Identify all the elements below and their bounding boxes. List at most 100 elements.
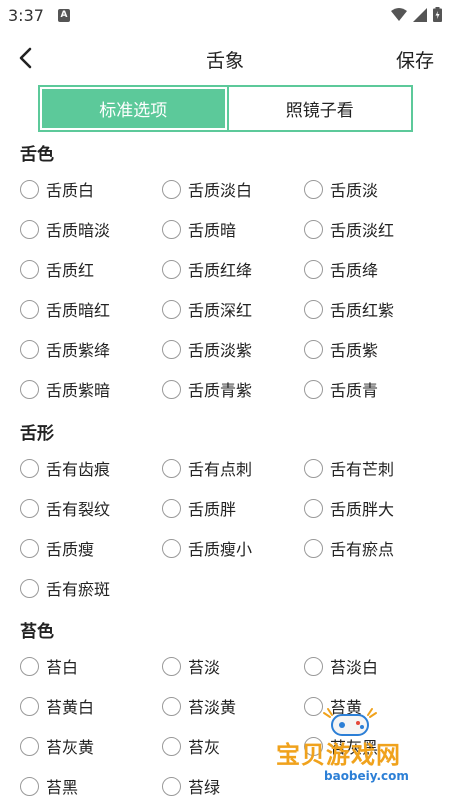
radio-option[interactable]: 苔淡 <box>162 654 220 678</box>
radio-circle-icon[interactable] <box>304 339 323 359</box>
radio-circle-icon[interactable] <box>304 656 323 676</box>
radio-option[interactable]: 舌质红绛 <box>162 257 252 281</box>
radio-circle-icon[interactable] <box>304 379 323 399</box>
radio-circle-icon[interactable] <box>304 696 323 716</box>
radio-option[interactable]: 舌质青 <box>304 377 378 401</box>
radio-option[interactable]: 舌质胖 <box>162 496 236 520</box>
radio-circle-icon[interactable] <box>20 578 39 598</box>
radio-option[interactable]: 舌质淡红 <box>304 217 394 241</box>
radio-circle-icon[interactable] <box>20 736 39 756</box>
radio-circle-icon[interactable] <box>20 379 39 399</box>
radio-circle-icon[interactable] <box>304 736 323 756</box>
radio-option-label: 舌质瘦 <box>46 540 95 559</box>
radio-option[interactable]: 苔灰黄 <box>20 734 94 758</box>
radio-circle-icon[interactable] <box>304 299 323 319</box>
radio-option[interactable]: 舌质瘦小 <box>162 536 252 560</box>
radio-circle-icon[interactable] <box>162 498 181 518</box>
radio-option-label: 舌质青紫 <box>188 381 253 400</box>
tab-bar: 标准选项 照镜子看 <box>38 85 413 132</box>
radio-option[interactable]: 舌质暗红 <box>20 297 110 321</box>
status-icons <box>391 7 442 22</box>
radio-circle-icon[interactable] <box>20 776 39 796</box>
radio-circle-icon[interactable] <box>304 458 323 478</box>
radio-option[interactable]: 舌有齿痕 <box>20 456 110 480</box>
section-title: 苔色 <box>20 622 54 642</box>
radio-option-label: 舌质红绛 <box>188 261 253 280</box>
radio-option[interactable]: 舌质青紫 <box>162 377 252 401</box>
radio-option-label: 舌质暗淡 <box>46 221 111 240</box>
radio-option[interactable]: 苔绿 <box>162 774 220 798</box>
radio-circle-icon[interactable] <box>162 656 181 676</box>
radio-circle-icon[interactable] <box>162 299 181 319</box>
radio-circle-icon[interactable] <box>304 219 323 239</box>
radio-option[interactable]: 苔黑 <box>20 774 78 798</box>
radio-circle-icon[interactable] <box>304 259 323 279</box>
radio-option[interactable]: 舌有裂纹 <box>20 496 110 520</box>
radio-circle-icon[interactable] <box>304 179 323 199</box>
radio-option[interactable]: 苔灰黑 <box>304 734 378 758</box>
status-bar: 3:37 A <box>0 0 450 32</box>
radio-circle-icon[interactable] <box>20 498 39 518</box>
radio-option-label: 苔淡白 <box>330 658 379 677</box>
back-button[interactable] <box>14 44 40 72</box>
radio-option[interactable]: 苔白 <box>20 654 78 678</box>
radio-circle-icon[interactable] <box>162 538 181 558</box>
radio-option-label: 舌有瘀点 <box>330 540 395 559</box>
radio-circle-icon[interactable] <box>162 179 181 199</box>
radio-option[interactable]: 舌质淡白 <box>162 177 252 201</box>
radio-option[interactable]: 苔灰 <box>162 734 220 758</box>
radio-option[interactable]: 舌质淡 <box>304 177 378 201</box>
radio-circle-icon[interactable] <box>162 259 181 279</box>
page-title: 舌象 <box>205 50 244 72</box>
radio-option[interactable]: 舌有瘀斑 <box>20 576 110 600</box>
radio-option[interactable]: 舌质紫绛 <box>20 337 110 361</box>
radio-option-label: 苔灰 <box>188 738 221 757</box>
radio-option[interactable]: 舌质深红 <box>162 297 252 321</box>
radio-circle-icon[interactable] <box>20 458 39 478</box>
radio-circle-icon[interactable] <box>162 458 181 478</box>
radio-option[interactable]: 舌质胖大 <box>304 496 394 520</box>
radio-circle-icon[interactable] <box>20 179 39 199</box>
radio-option[interactable]: 舌质暗 <box>162 217 236 241</box>
radio-option-label: 舌质淡紫 <box>188 341 253 360</box>
tab-standard-options[interactable]: 标准选项 <box>42 89 225 128</box>
radio-circle-icon[interactable] <box>162 696 181 716</box>
radio-circle-icon[interactable] <box>162 776 181 796</box>
radio-option[interactable]: 舌质紫 <box>304 337 378 361</box>
radio-option[interactable]: 舌有瘀点 <box>304 536 394 560</box>
radio-option[interactable]: 舌质淡紫 <box>162 337 252 361</box>
radio-option-label: 苔淡黄 <box>188 698 237 717</box>
radio-option[interactable]: 苔黄 <box>304 694 362 718</box>
radio-circle-icon[interactable] <box>304 538 323 558</box>
radio-option-label: 舌质红紫 <box>330 301 395 320</box>
radio-circle-icon[interactable] <box>20 656 39 676</box>
radio-circle-icon[interactable] <box>20 339 39 359</box>
radio-option[interactable]: 舌有点刺 <box>162 456 252 480</box>
tab-mirror-view[interactable]: 照镜子看 <box>226 87 412 130</box>
radio-option[interactable]: 舌质暗淡 <box>20 217 110 241</box>
radio-option-label: 苔白 <box>46 658 79 677</box>
radio-option[interactable]: 舌质白 <box>20 177 94 201</box>
radio-option[interactable]: 舌质绛 <box>304 257 378 281</box>
radio-circle-icon[interactable] <box>20 538 39 558</box>
radio-circle-icon[interactable] <box>162 379 181 399</box>
radio-circle-icon[interactable] <box>20 696 39 716</box>
radio-circle-icon[interactable] <box>20 299 39 319</box>
radio-circle-icon[interactable] <box>20 259 39 279</box>
battery-icon <box>433 7 442 22</box>
radio-option[interactable]: 舌质瘦 <box>20 536 94 560</box>
radio-option[interactable]: 舌质红 <box>20 257 94 281</box>
radio-option[interactable]: 苔淡白 <box>304 654 378 678</box>
radio-option[interactable]: 苔淡黄 <box>162 694 236 718</box>
radio-circle-icon[interactable] <box>162 339 181 359</box>
radio-option[interactable]: 舌质红紫 <box>304 297 394 321</box>
radio-circle-icon[interactable] <box>304 498 323 518</box>
radio-circle-icon[interactable] <box>162 736 181 756</box>
radio-option[interactable]: 舌有芒刺 <box>304 456 394 480</box>
radio-circle-icon[interactable] <box>20 219 39 239</box>
radio-option[interactable]: 苔黄白 <box>20 694 94 718</box>
radio-option-label: 舌质紫暗 <box>46 381 111 400</box>
radio-option[interactable]: 舌质紫暗 <box>20 377 110 401</box>
save-button[interactable]: 保存 <box>396 46 434 73</box>
radio-circle-icon[interactable] <box>162 219 181 239</box>
